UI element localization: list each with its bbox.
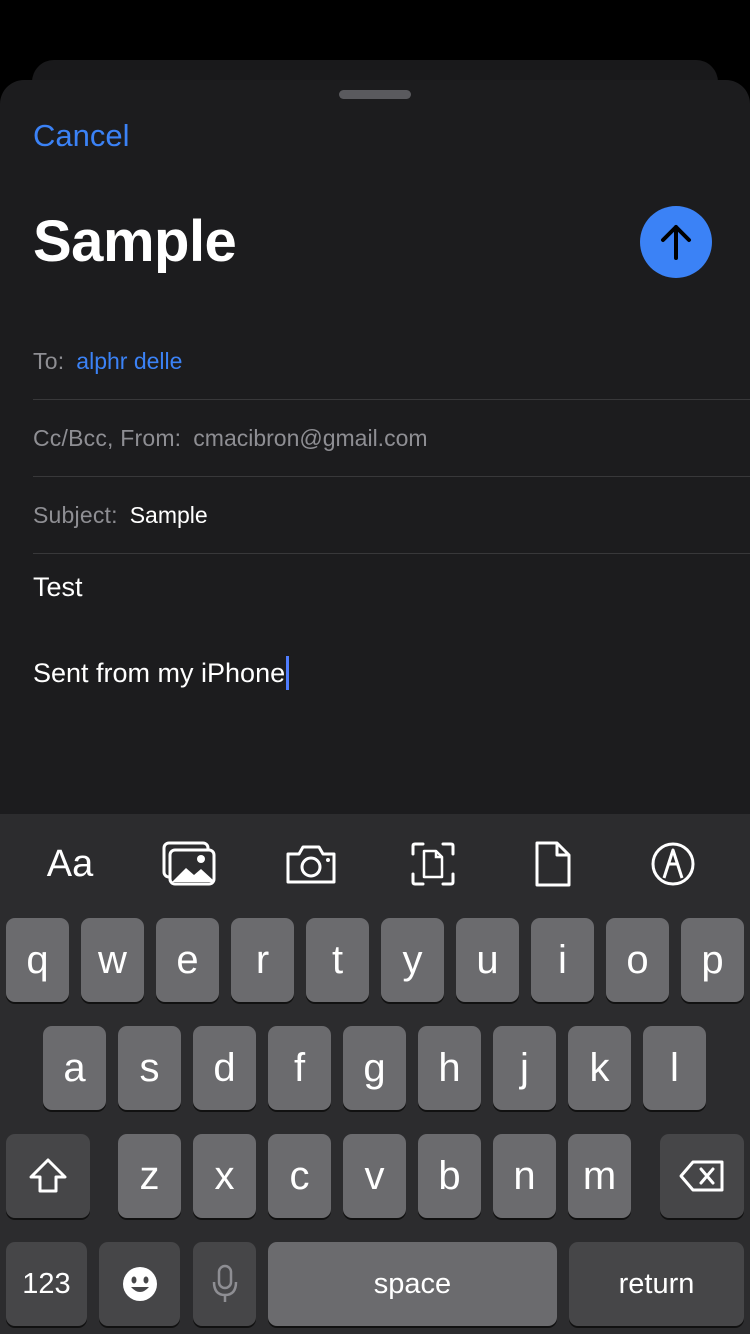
- key-k[interactable]: k: [568, 1026, 631, 1110]
- delete-key[interactable]: [660, 1134, 744, 1218]
- keyboard: Aa q w e r t y u i o p a s d f g h j k l…: [0, 814, 750, 1334]
- key-c[interactable]: c: [268, 1134, 331, 1218]
- camera-button[interactable]: [276, 832, 346, 896]
- dictation-key[interactable]: [193, 1242, 256, 1326]
- key-y[interactable]: y: [381, 918, 444, 1002]
- body-text-line[interactable]: Test: [33, 572, 83, 603]
- key-w[interactable]: w: [81, 918, 144, 1002]
- from-address[interactable]: cmacibron@gmail.com: [193, 425, 427, 452]
- scan-document-button[interactable]: [398, 832, 468, 896]
- cancel-button[interactable]: Cancel: [33, 118, 130, 154]
- key-d[interactable]: d: [193, 1026, 256, 1110]
- scan-document-icon: [411, 842, 455, 886]
- key-s[interactable]: s: [118, 1026, 181, 1110]
- photo-library-button[interactable]: [154, 832, 224, 896]
- format-toolbar: Aa: [0, 814, 750, 914]
- numbers-key-label: 123: [22, 1267, 71, 1300]
- space-key[interactable]: space: [268, 1242, 557, 1326]
- emoji-key[interactable]: [99, 1242, 180, 1326]
- key-x[interactable]: x: [193, 1134, 256, 1218]
- backspace-icon: [679, 1160, 724, 1192]
- key-g[interactable]: g: [343, 1026, 406, 1110]
- return-key-label: return: [618, 1267, 695, 1300]
- key-z[interactable]: z: [118, 1134, 181, 1218]
- to-label: To:: [33, 347, 65, 374]
- microphone-icon: [212, 1264, 237, 1302]
- format-button[interactable]: Aa: [35, 832, 105, 896]
- key-r[interactable]: r: [231, 918, 294, 1002]
- cc-bcc-from-field[interactable]: Cc/Bcc, From: cmacibron@gmail.com: [33, 400, 750, 477]
- key-j[interactable]: j: [493, 1026, 556, 1110]
- markup-icon: [651, 842, 695, 886]
- space-key-label: space: [373, 1267, 452, 1300]
- key-e[interactable]: e: [156, 918, 219, 1002]
- subject-value[interactable]: Sample: [130, 502, 208, 529]
- compose-title: Sample: [33, 209, 237, 274]
- key-o[interactable]: o: [606, 918, 669, 1002]
- send-button[interactable]: [640, 206, 712, 278]
- key-h[interactable]: h: [418, 1026, 481, 1110]
- key-p[interactable]: p: [681, 918, 744, 1002]
- markup-button[interactable]: [638, 832, 708, 896]
- key-n[interactable]: n: [493, 1134, 556, 1218]
- key-v[interactable]: v: [343, 1134, 406, 1218]
- subject-label: Subject:: [33, 501, 118, 528]
- signature-text: Sent from my iPhone: [33, 657, 286, 688]
- key-m[interactable]: m: [568, 1134, 631, 1218]
- shift-icon: [29, 1158, 67, 1193]
- key-b[interactable]: b: [418, 1134, 481, 1218]
- key-t[interactable]: t: [306, 918, 369, 1002]
- key-f[interactable]: f: [268, 1026, 331, 1110]
- cc-bcc-from-label: Cc/Bcc, From:: [33, 424, 182, 451]
- return-key[interactable]: return: [569, 1242, 744, 1326]
- shift-key[interactable]: [6, 1134, 90, 1218]
- text-cursor: [286, 656, 290, 690]
- arrow-up-icon: [661, 225, 691, 260]
- camera-icon: [286, 845, 336, 884]
- numbers-key[interactable]: 123: [6, 1242, 87, 1326]
- body-signature[interactable]: Sent from my iPhone: [33, 656, 290, 690]
- key-a[interactable]: a: [43, 1026, 106, 1110]
- attach-file-button[interactable]: [518, 832, 588, 896]
- emoji-icon: [122, 1267, 157, 1301]
- key-l[interactable]: l: [643, 1026, 706, 1110]
- sheet-grabber[interactable]: [339, 90, 411, 99]
- attach-file-icon: [535, 841, 571, 887]
- key-i[interactable]: i: [531, 918, 594, 1002]
- recipient-token[interactable]: alphr delle: [76, 348, 182, 375]
- to-field[interactable]: To: alphr delle: [33, 323, 750, 400]
- photo-library-icon: [162, 841, 216, 886]
- subject-field[interactable]: Subject: Sample: [33, 477, 750, 554]
- key-u[interactable]: u: [456, 918, 519, 1002]
- key-q[interactable]: q: [6, 918, 69, 1002]
